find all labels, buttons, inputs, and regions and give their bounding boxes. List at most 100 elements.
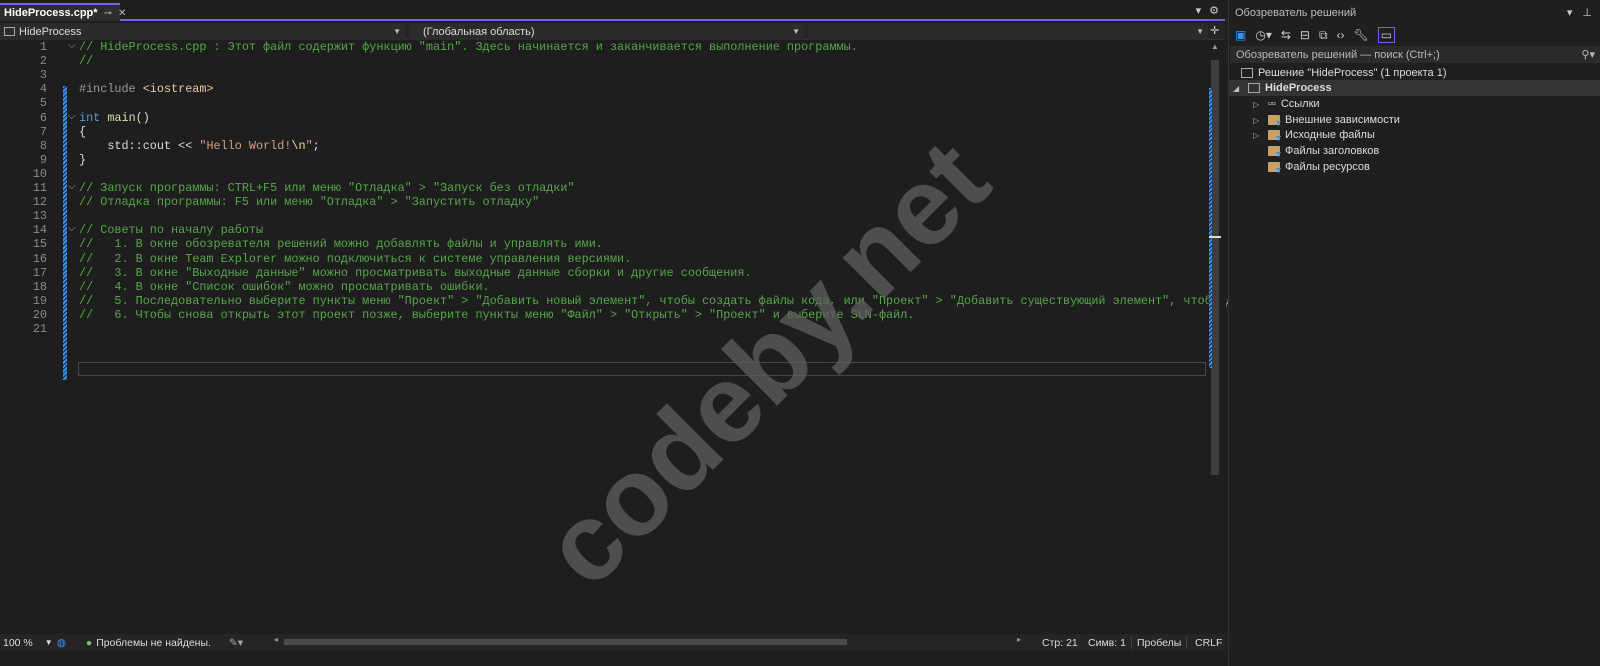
code-text: { (79, 125, 86, 139)
tree-item-source-files[interactable]: ▷ Исходные файлы (1253, 127, 1375, 143)
code-line[interactable]: 12 // Отладка программы: F5 или меню "Отл… (0, 195, 1208, 209)
collapse-all-icon[interactable]: ⊟ (1300, 28, 1310, 42)
code-token: () (135, 110, 150, 125)
scope-dropdown[interactable]: (Глобальная область) ▼ (409, 23, 804, 40)
zoom-dropdown-icon[interactable]: ▼ (45, 638, 53, 647)
status-bar: 100 % ▼ ◍ ● Проблемы не найдены. ✎▾ ◂ ▸ … (0, 634, 1225, 651)
code-line[interactable]: 17 // 3. В окне "Выходные данные" можно п… (0, 266, 1208, 280)
preview-selected-icon[interactable]: ▭ (1377, 27, 1396, 43)
code-line[interactable]: 16 // 2. В окне Team Explorer можно подкл… (0, 252, 1208, 266)
filter-folder-icon (1268, 146, 1280, 156)
code-line[interactable]: 8 std::cout << "Hello World!\n"; (0, 139, 1208, 153)
collapsed-icon[interactable]: ▷ (1253, 131, 1263, 140)
line-number: 21 (32, 322, 47, 336)
code-token: " (305, 138, 313, 153)
pin-icon[interactable]: ⊸ (104, 8, 112, 19)
scrollbar-thumb[interactable] (284, 639, 847, 645)
code-line[interactable]: 19 // 5. Последовательно выберите пункты … (0, 293, 1346, 308)
scrollbar-change-marks (1209, 88, 1212, 368)
line-ending-status[interactable]: CRLF (1186, 636, 1222, 649)
code-line[interactable]: 10 (0, 167, 1208, 181)
tree-project[interactable]: ◢ HideProcess (1229, 80, 1600, 96)
solution-icon (1241, 68, 1253, 78)
tree-solution[interactable]: Решение "HideProcess" (1 проекта 1) (1241, 65, 1446, 81)
search-icon[interactable]: ⚲▾ (1581, 48, 1595, 61)
code-line[interactable]: 21 (0, 322, 1208, 336)
code-token: // Запуск программы: CTRL+F5 или меню "О… (79, 181, 575, 195)
member-dropdown[interactable]: ▼ (808, 23, 1208, 40)
line-number: 2 (39, 54, 47, 69)
line-number: 10 (32, 166, 47, 181)
code-cleanup-icon[interactable]: ✎▾ (229, 637, 243, 649)
code-line[interactable]: 15 // 1. В окне обозревателя решений можн… (0, 237, 1208, 251)
project-dropdown[interactable]: HideProcess ▼ (0, 23, 405, 40)
code-line[interactable]: 3 (0, 68, 1208, 82)
code-line[interactable]: 7{ (0, 125, 1208, 139)
code-line[interactable]: 5 (0, 96, 1208, 110)
pin-icon[interactable]: ⊥ (1582, 6, 1592, 19)
switch-views-icon[interactable]: ▣ (1235, 28, 1246, 42)
tab-list-dropdown-icon[interactable]: ▾ (1196, 4, 1202, 17)
panel-menu-icon[interactable]: ▾ (1567, 6, 1573, 19)
code-line[interactable]: 4 #include <iostream> (0, 82, 1208, 96)
fold-chevron-icon[interactable]: ⌵ (68, 40, 76, 54)
code-line[interactable]: 20 // 6. Чтобы снова открыть этот проект … (0, 308, 1208, 322)
current-line-highlight (78, 362, 1206, 376)
chevron-down-icon: ▼ (792, 27, 800, 36)
tab-bar: HideProcess.cpp* ⊸ ✕ ▾ ⚙ (0, 0, 1225, 21)
wrench-icon[interactable]: 🔧︎ (1354, 28, 1369, 42)
fold-chevron-icon[interactable]: ⌵ (68, 223, 76, 237)
code-line[interactable]: 9} (0, 153, 1208, 167)
tree-item-label: Внешние зависимости (1285, 114, 1400, 126)
code-text: // 6. Чтобы снова открыть этот проект по… (79, 308, 914, 322)
scroll-up-icon[interactable]: ▲ (1211, 42, 1219, 51)
code-line[interactable]: 2 // (0, 54, 1208, 68)
fold-chevron-icon[interactable]: ⌵ (68, 111, 76, 125)
problems-status[interactable]: Проблемы не найдены. (96, 637, 211, 649)
line-number-status[interactable]: Стр: 21 (1042, 637, 1078, 649)
code-text: // Запуск программы: CTRL+F5 или меню "О… (79, 181, 575, 195)
tab-hideprocess-cpp[interactable]: HideProcess.cpp* ⊸ ✕ (0, 3, 126, 21)
code-line[interactable]: 1 ⌵// HideProcess.cpp : Этот файл содержи… (0, 40, 1208, 54)
tab-title: HideProcess.cpp* (4, 7, 98, 19)
line-number: 8 (39, 138, 47, 153)
code-token: "Hello World! (199, 138, 292, 153)
code-line[interactable]: 11 ⌵// Запуск программы: CTRL+F5 или меню… (0, 181, 1208, 195)
pending-changes-filter-icon[interactable]: ◷▾ (1255, 28, 1272, 42)
project-icon (1248, 83, 1260, 93)
tree-item-header-files[interactable]: Файлы заголовков (1253, 143, 1379, 159)
tree-item-references[interactable]: ▷ ▫▫ Ссылки (1253, 96, 1320, 112)
sync-icon[interactable]: ⇆ (1281, 28, 1291, 42)
line-number: 19 (32, 293, 47, 308)
horizontal-scrollbar[interactable]: ◂ ▸ (274, 635, 1021, 647)
expanded-icon[interactable]: ◢ (1233, 84, 1243, 93)
code-view-icon[interactable]: ‹› (1337, 28, 1345, 42)
column-status[interactable]: Симв: 1 (1088, 637, 1126, 649)
scrollbar-thumb[interactable] (1211, 60, 1219, 475)
code-line[interactable]: 14 ⌵// Советы по началу работы (0, 223, 1208, 237)
scroll-left-icon[interactable]: ◂ (274, 635, 278, 644)
code-token: // 3. В окне "Выходные данные" можно про… (79, 265, 752, 280)
solution-search-input[interactable]: Обозреватель решений — поиск (Ctrl+;) ⚲▾ (1230, 46, 1600, 63)
zoom-level[interactable]: 100 % (3, 637, 33, 649)
code-line[interactable]: 13 (0, 209, 1208, 223)
line-number: 17 (32, 265, 47, 280)
code-line[interactable]: 6 ⌵ int main() (0, 111, 1208, 125)
indentation-status[interactable]: Пробелы (1131, 636, 1181, 649)
code-text: // Советы по началу работы (79, 223, 263, 237)
close-icon[interactable]: ✕ (118, 8, 126, 19)
collapsed-icon[interactable]: ▷ (1253, 116, 1263, 125)
code-area[interactable]: 1 ⌵// HideProcess.cpp : Этот файл содержи… (0, 40, 1346, 634)
copilot-icon[interactable]: ◍ (57, 637, 66, 649)
vertical-scrollbar[interactable]: ▲ (1209, 40, 1221, 634)
tree-item-external-deps[interactable]: ▷ Внешние зависимости (1253, 112, 1400, 128)
show-all-files-icon[interactable]: ⧉ (1319, 28, 1328, 43)
scroll-right-icon[interactable]: ▸ (1017, 635, 1021, 644)
code-token: { (79, 124, 87, 139)
tree-item-resource-files[interactable]: Файлы ресурсов (1253, 159, 1370, 175)
fold-chevron-icon[interactable]: ⌵ (68, 181, 76, 195)
split-icon[interactable]: ✛ (1210, 24, 1219, 37)
collapsed-icon[interactable]: ▷ (1253, 100, 1263, 109)
gear-icon[interactable]: ⚙ (1209, 4, 1219, 17)
code-line[interactable]: 18 // 4. В окне "Список ошибок" можно про… (0, 280, 1208, 294)
